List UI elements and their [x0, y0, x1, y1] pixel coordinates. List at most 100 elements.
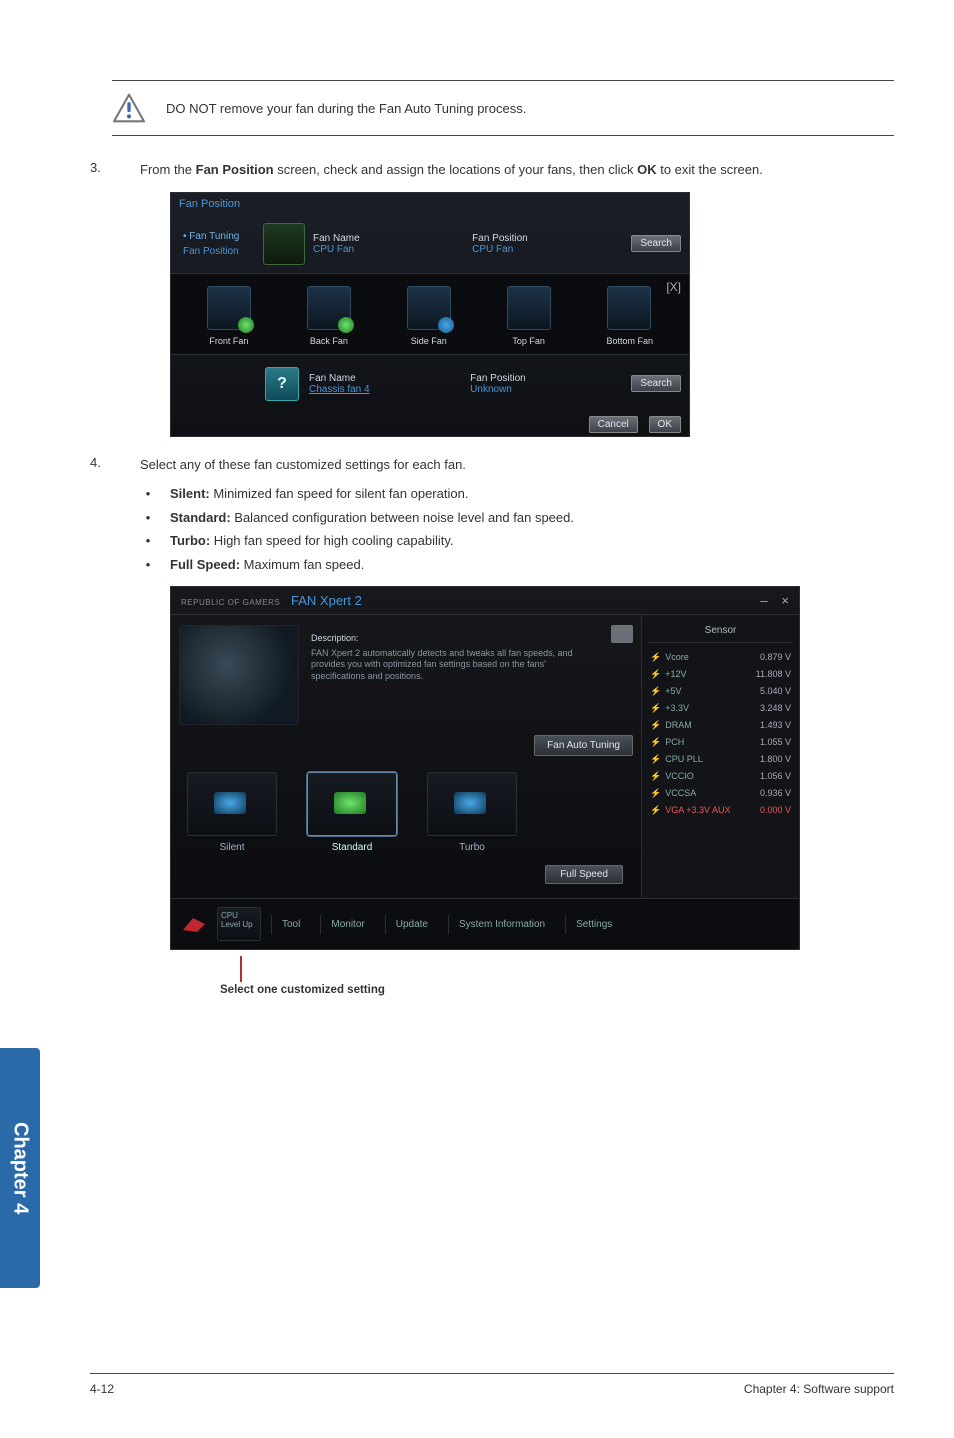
fan-icon [607, 286, 651, 330]
callout-label: Select one customized setting [220, 984, 894, 996]
fan-name-label: Fan Name [313, 233, 464, 244]
fan-icon [407, 286, 451, 330]
sensor-row: ⚡CPU PLL1.800 V [648, 751, 793, 768]
fan-slot-label: Side Fan [407, 336, 451, 346]
tab-system-information[interactable]: System Information [448, 915, 555, 934]
fan-slot-back[interactable]: Back Fan [307, 286, 351, 346]
tab-settings[interactable]: Settings [565, 915, 622, 934]
full-speed-button[interactable]: Full Speed [545, 865, 623, 884]
preset-icon [307, 772, 397, 836]
sensor-header: Sensor [648, 621, 793, 643]
search-button[interactable]: Search [631, 235, 681, 252]
note-box: DO NOT remove your fan during the Fan Au… [112, 80, 894, 136]
search-button[interactable]: Search [631, 375, 681, 392]
preset-label: Standard [307, 842, 397, 853]
bullet-label: Silent: [170, 486, 210, 501]
warning-icon [112, 93, 146, 123]
t: to exit the screen. [657, 162, 763, 177]
t: OK [637, 162, 657, 177]
bullet-icon: • [144, 484, 152, 504]
description-text: FAN Xpert 2 automatically detects and tw… [311, 648, 599, 683]
sensor-row: ⚡DRAM1.493 V [648, 717, 793, 734]
page-footer: 4-12 Chapter 4: Software support [90, 1373, 894, 1396]
close-icon[interactable]: × [781, 593, 789, 608]
description-header: Description: [311, 633, 599, 645]
sensor-row: ⚡PCH1.055 V [648, 734, 793, 751]
sidebar-item-fan-tuning[interactable]: • Fan Tuning [179, 229, 255, 244]
bullet-standard: • Standard: Balanced configuration betwe… [144, 508, 894, 528]
t: screen, check and assign the locations o… [274, 162, 637, 177]
page-number: 4-12 [90, 1382, 114, 1396]
preset-icon [427, 772, 517, 836]
t: From the [140, 162, 196, 177]
fan-slot-label: Front Fan [207, 336, 251, 346]
bullet-fullspeed: • Full Speed: Maximum fan speed. [144, 555, 894, 575]
fan-auto-tuning-button[interactable]: Fan Auto Tuning [534, 735, 633, 756]
fan-name-value[interactable]: Chassis fan 4 [309, 384, 460, 395]
bullet-icon: • [144, 555, 152, 575]
sensor-row: ⚡+5V5.040 V [648, 683, 793, 700]
cancel-button[interactable]: Cancel [589, 416, 638, 433]
bullet-label: Full Speed: [170, 557, 240, 572]
fan-name-value: CPU Fan [313, 244, 464, 255]
fan-icon [507, 286, 551, 330]
fan-name-label: Fan Name [309, 373, 460, 384]
bullet-turbo: • Turbo: High fan speed for high cooling… [144, 531, 894, 551]
sensor-row-warning: ⚡VGA +3.3V AUX0.000 V [648, 802, 793, 819]
fan-icon [207, 286, 251, 330]
fan-slot-bottom[interactable]: Bottom Fan [607, 286, 654, 346]
bullet-desc: Balanced configuration between noise lev… [231, 510, 574, 525]
fan-slot-front[interactable]: Front Fan [207, 286, 251, 346]
minimize-icon[interactable]: – [761, 593, 768, 608]
fan-xpert-screenshot: REPUBLIC OF GAMERS FAN Xpert 2 – × Descr… [170, 586, 800, 950]
window-title: Fan Position [171, 193, 689, 215]
tab-monitor[interactable]: Monitor [320, 915, 374, 934]
bullet-label: Turbo: [170, 533, 210, 548]
fan-position-value: Unknown [470, 384, 621, 395]
bullet-icon: • [144, 531, 152, 551]
step-3-number: 3. [90, 160, 108, 180]
note-text: DO NOT remove your fan during the Fan Au… [166, 101, 526, 116]
step-4-number: 4. [90, 455, 108, 475]
preset-label: Silent [187, 842, 277, 853]
ok-button[interactable]: OK [649, 416, 681, 433]
fan-position-screenshot: Fan Position • Fan Tuning Fan Position F… [170, 192, 690, 437]
preset-label: Turbo [427, 842, 517, 853]
fan-thumbnail [263, 223, 305, 265]
rog-branding: REPUBLIC OF GAMERS [181, 598, 280, 607]
bullet-icon: • [144, 508, 152, 528]
tab-tool[interactable]: Tool [271, 915, 310, 934]
fan-slot-label: Top Fan [507, 336, 551, 346]
sensor-row: ⚡VCCSA0.936 V [648, 785, 793, 802]
step-4: 4. Select any of these fan customized se… [90, 455, 894, 475]
fan-position-label: Fan Position [470, 373, 621, 384]
sensor-row: ⚡VCCIO1.056 V [648, 768, 793, 785]
step-3: 3. From the Fan Position screen, check a… [90, 160, 894, 180]
sidebar-item-fan-position[interactable]: Fan Position [179, 244, 255, 259]
fan-slot-top[interactable]: Top Fan [507, 286, 551, 346]
bullet-label: Standard: [170, 510, 231, 525]
chapter-title: Chapter 4: Software support [744, 1382, 894, 1396]
cpu-level-up-tile[interactable]: CPU Level Up [217, 907, 261, 941]
fan-slot-label: Bottom Fan [607, 336, 654, 346]
callout-line [240, 956, 242, 982]
preset-silent[interactable]: Silent [187, 772, 277, 853]
unknown-fan-icon: ? [265, 367, 299, 401]
fan-slot-side[interactable]: Side Fan [407, 286, 451, 346]
tab-update[interactable]: Update [385, 915, 438, 934]
bullet-desc: Minimized fan speed for silent fan opera… [210, 486, 469, 501]
preset-standard[interactable]: Standard [307, 772, 397, 853]
bullet-desc: Maximum fan speed. [240, 557, 364, 572]
chapter-tab: Chapter 4 [0, 1048, 40, 1288]
sensor-row: ⚡+3.3V3.248 V [648, 700, 793, 717]
preset-icon [187, 772, 277, 836]
rog-logo-icon [181, 914, 207, 934]
fan-preview-image [179, 625, 299, 725]
bullet-silent: • Silent: Minimized fan speed for silent… [144, 484, 894, 504]
preset-turbo[interactable]: Turbo [427, 772, 517, 853]
edit-icon[interactable] [611, 625, 633, 643]
fan-position-label: Fan Position [472, 233, 623, 244]
app-title: FAN Xpert 2 [291, 593, 362, 608]
step-3-body: From the Fan Position screen, check and … [140, 160, 894, 180]
close-icon[interactable]: [X] [666, 280, 681, 294]
